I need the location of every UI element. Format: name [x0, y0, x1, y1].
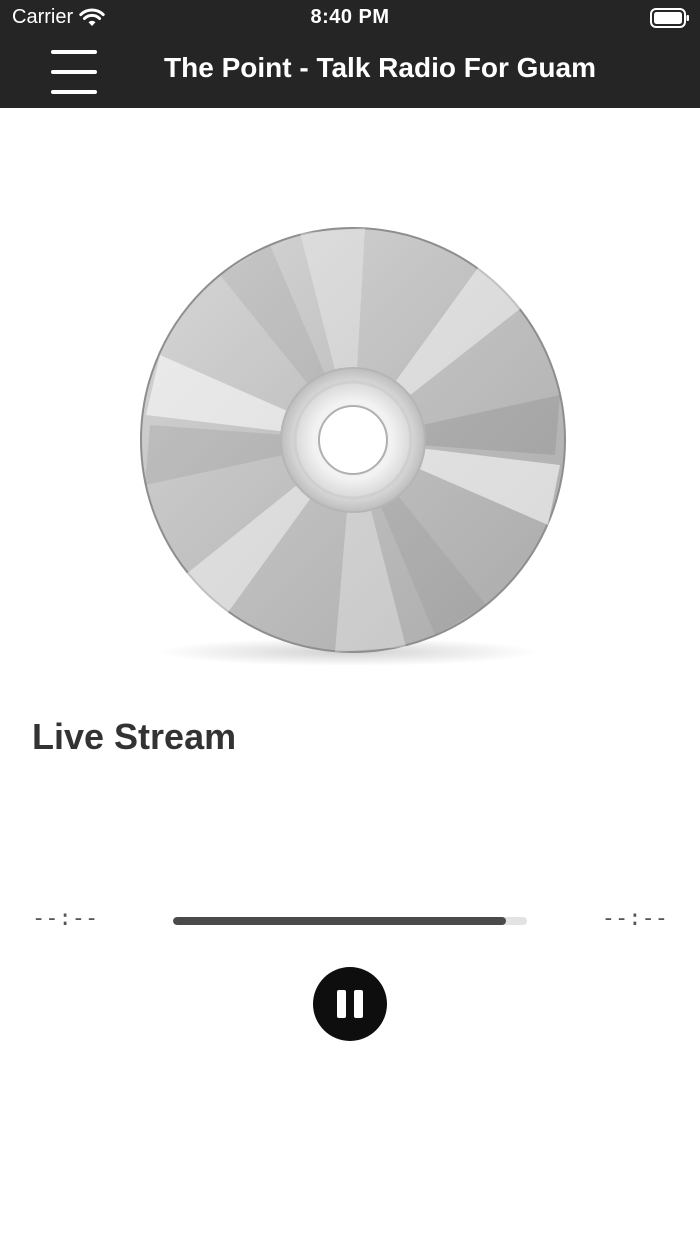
top-bar: Carrier 8:40 PM The Point - Talk Radio F… [0, 0, 700, 108]
radio-player-screen: Carrier 8:40 PM The Point - Talk Radio F… [0, 0, 700, 1244]
elapsed-time: --:-- [32, 906, 99, 931]
page-title: The Point - Talk Radio For Guam [164, 52, 596, 83]
navigation-bar: The Point - Talk Radio For Guam [0, 36, 700, 108]
progress-fill [173, 917, 506, 925]
status-time: 8:40 PM [310, 6, 390, 28]
remaining-time: --:-- [601, 906, 668, 931]
battery-icon [650, 8, 689, 28]
hamburger-menu-icon[interactable] [46, 46, 102, 98]
status-bar: Carrier 8:40 PM [0, 0, 700, 36]
pause-button[interactable] [313, 967, 387, 1041]
track-title: Live Stream [32, 716, 237, 757]
cd-disc-icon [140, 227, 566, 666]
progress-slider[interactable] [173, 917, 527, 925]
